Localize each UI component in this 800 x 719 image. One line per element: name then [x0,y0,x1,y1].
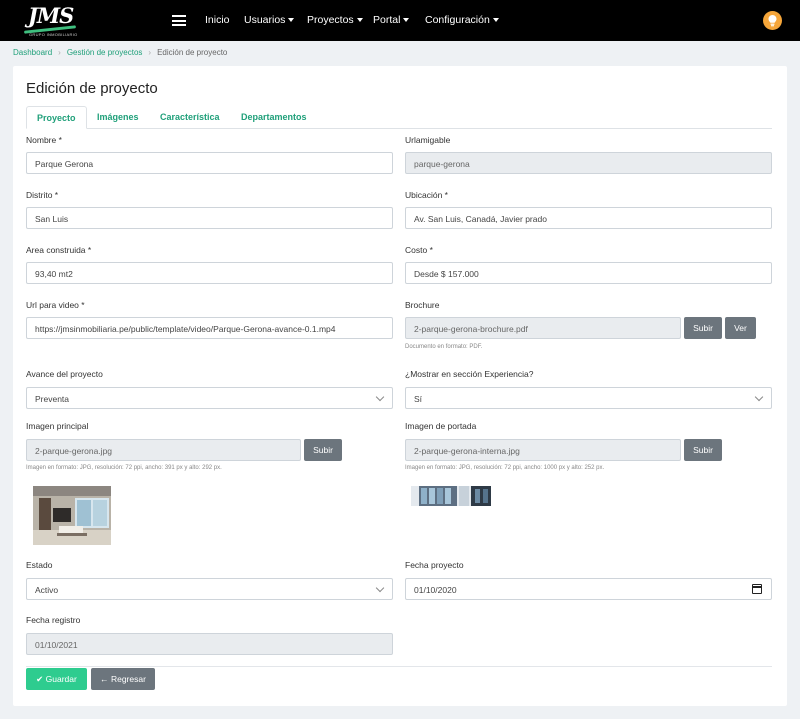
nav-usuarios[interactable]: Usuarios [244,14,295,26]
imagen-portada-input[interactable]: 2-parque-gerona-interna.jpg [405,439,681,461]
imagen-principal-help-text: Imagen en formato: JPG, resolución: 72 p… [26,465,222,471]
top-navbar: JMS GRUPO INMOBILIARIO Inicio Usuarios P… [0,0,800,41]
nav-usuarios-label: Usuarios [244,14,286,26]
brochure-help-text: Documento en formato: PDF. [405,344,483,350]
imagen-portada-upload-button[interactable]: Subir [684,439,722,461]
nav-portal-label: Portal [373,14,401,26]
tab-departamentos[interactable]: Departamentos [241,106,307,129]
chevron-down-icon [375,583,385,593]
imagen-principal-label: Imagen principal [26,421,89,431]
experiencia-label: ¿Mostrar en sección Experiencia? [405,369,534,379]
fecha-proyecto-input[interactable]: 01/10/2020 [405,578,772,600]
chevron-down-icon [403,18,410,22]
avance-value: Preventa [35,394,70,404]
back-button[interactable]: ← Regresar [91,668,155,690]
nav-proyectos[interactable]: Proyectos [307,14,363,26]
url-video-label: Url para video * [26,300,85,310]
experiencia-value: Sí [414,394,423,404]
chevron-down-icon [288,18,295,22]
imagen-portada-label: Imagen de portada [405,421,477,431]
breadcrumb: Dashboard › Gestión de proyectos › Edición d… [13,48,227,57]
imagen-principal-thumbnail [33,486,111,545]
tab-imagenes[interactable]: Imágenes [97,106,139,129]
menu-toggle-icon[interactable] [172,15,186,26]
url-video-input[interactable]: https://jmsinmobiliaria.pe/public/templa… [26,317,393,339]
nombre-input[interactable]: Parque Gerona [26,152,393,174]
experiencia-select[interactable]: Sí [405,387,772,409]
brochure-view-button[interactable]: Ver [725,317,756,339]
nav-portal[interactable]: Portal [373,14,410,26]
brand-subtitle: GRUPO INMOBILIARIO [29,32,78,37]
check-icon: ✔ [36,674,44,684]
imagen-portada-thumbnail [411,486,491,506]
tab-caracteristica[interactable]: Característica [160,106,220,129]
breadcrumb-gestion-proyectos[interactable]: Gestión de proyectos [67,48,143,57]
tab-proyecto[interactable]: Proyecto [26,106,87,129]
breadcrumb-dashboard[interactable]: Dashboard [13,48,52,57]
distrito-label: Distrito * [26,190,59,200]
area-label: Area construida * [26,245,92,255]
page-title: Edición de proyecto [26,80,158,97]
estado-value: Activo [35,585,59,595]
nav-proyectos-label: Proyectos [307,14,354,26]
urlamigable-input[interactable]: parque-gerona [405,152,772,174]
save-label: Guardar [45,674,77,684]
chevron-down-icon [492,18,499,22]
brochure-input[interactable]: 2-parque-gerona-brochure.pdf [405,317,681,339]
calendar-icon[interactable] [752,584,762,594]
avance-select[interactable]: Preventa [26,387,393,409]
breadcrumb-separator-icon: › [148,48,152,57]
ubicacion-label: Ubicación * [405,190,448,200]
back-label: Regresar [110,674,146,684]
urlamigable-label: Urlamigable [405,135,451,145]
actions-divider [26,666,772,667]
nav-inicio-label: Inicio [205,14,230,26]
estado-label: Estado [26,560,53,570]
imagen-principal-input[interactable]: 2-parque-gerona.jpg [26,439,301,461]
brochure-upload-button[interactable]: Subir [684,317,722,339]
fecha-proyecto-label: Fecha proyecto [405,560,464,570]
avance-label: Avance del proyecto [26,369,103,379]
save-button[interactable]: ✔ Guardar [26,668,87,690]
imagen-principal-upload-button[interactable]: Subir [304,439,342,461]
imagen-portada-help-text: Imagen en formato: JPG, resolución: 72 p… [405,465,605,471]
breadcrumb-current: Edición de proyecto [157,48,228,57]
area-input[interactable]: 93,40 mt2 [26,262,393,284]
distrito-input[interactable]: San Luis [26,207,393,229]
fecha-registro-label: Fecha registro [26,615,81,625]
nav-configuracion[interactable]: Configuración [425,14,499,26]
brochure-label: Brochure [405,300,440,310]
fecha-proyecto-value: 01/10/2020 [414,585,457,595]
chevron-down-icon [356,18,363,22]
brand-logo[interactable]: JMS GRUPO INMOBILIARIO [22,3,82,37]
fecha-registro-input[interactable]: 01/10/2021 [26,633,393,655]
nav-configuracion-label: Configuración [425,14,490,26]
estado-select[interactable]: Activo [26,578,393,600]
chevron-down-icon [754,392,764,402]
breadcrumb-separator-icon: › [58,48,61,57]
nav-inicio[interactable]: Inicio [205,14,230,26]
nombre-label: Nombre * [26,135,62,145]
arrow-left-icon: ← [100,674,109,684]
chevron-down-icon [375,392,385,402]
costo-input[interactable]: Desde $ 157.000 [405,262,772,284]
ubicacion-input[interactable]: Av. San Luis, Canadá, Javier prado [405,207,772,229]
lightbulb-icon[interactable] [763,11,782,30]
brand-mark: JMS [28,3,74,28]
costo-label: Costo * [405,245,433,255]
